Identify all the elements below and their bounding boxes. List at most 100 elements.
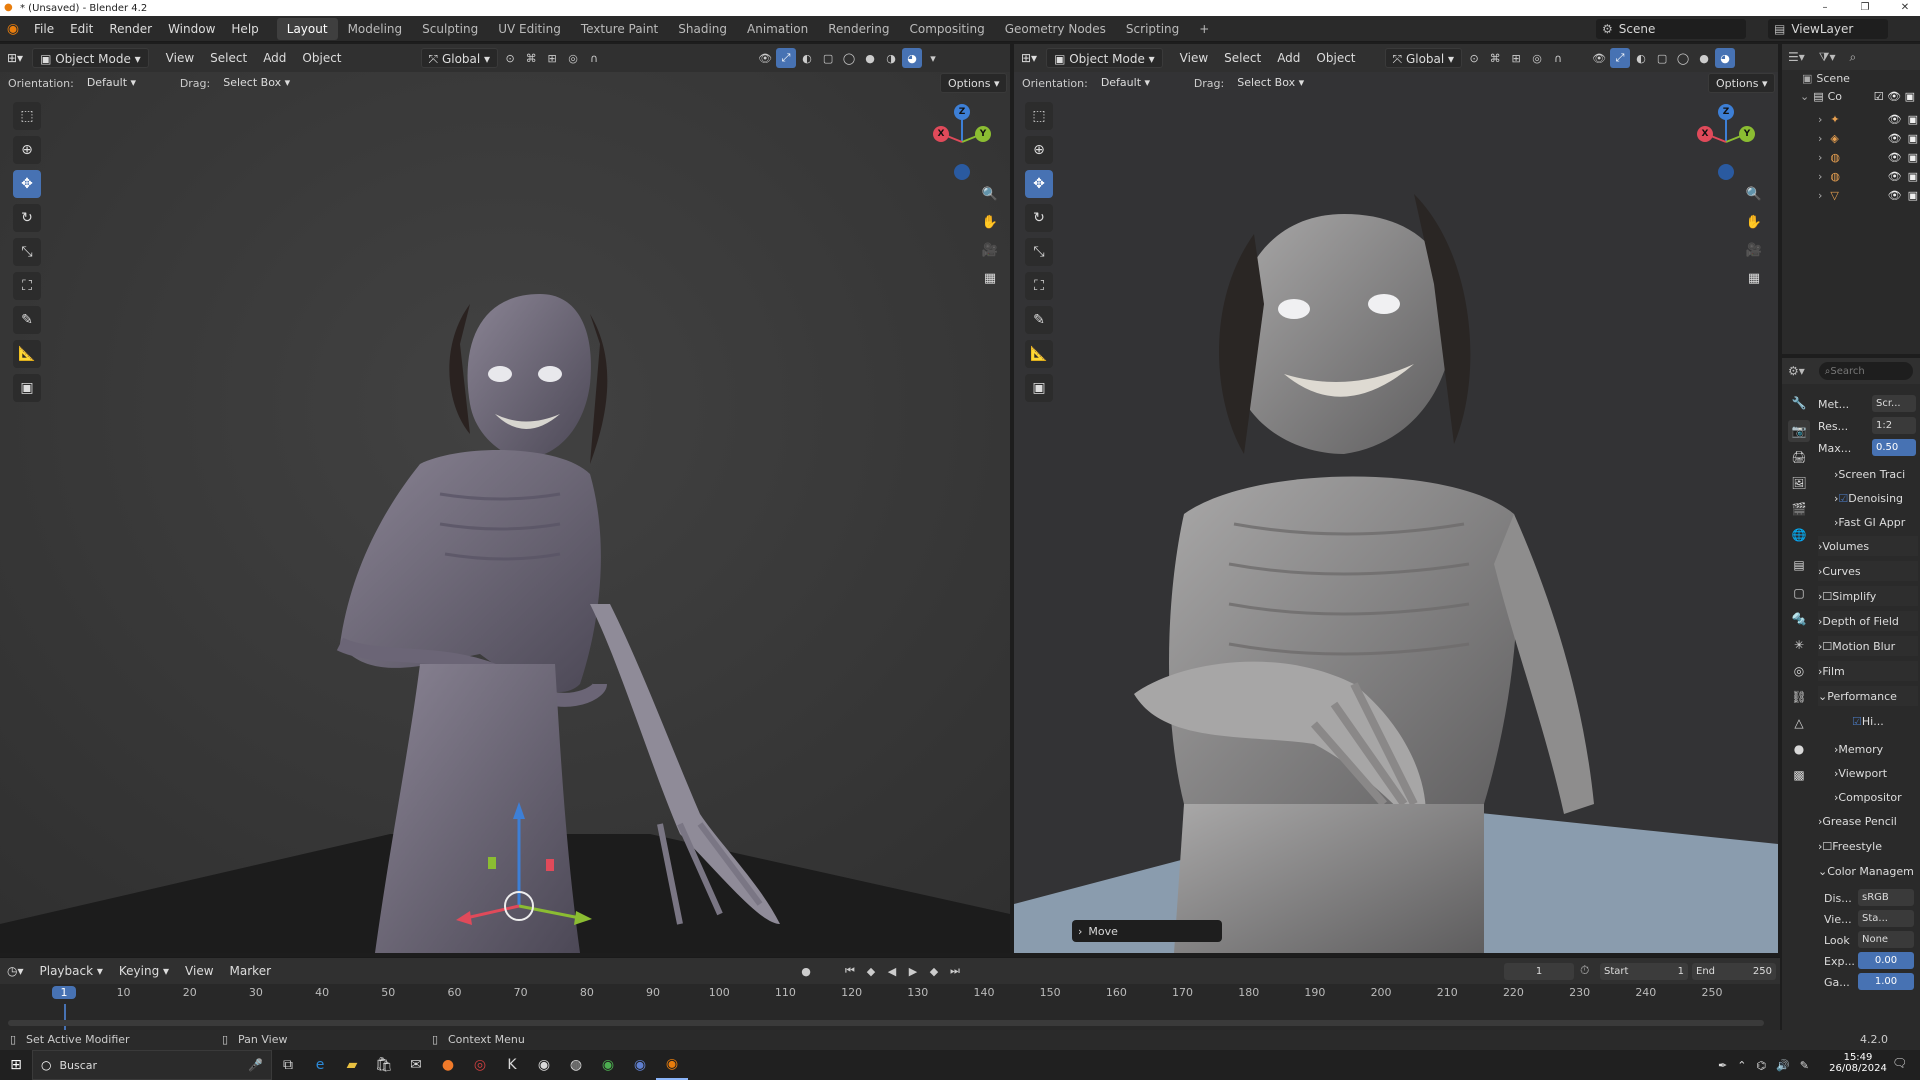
- tray-chevron-icon[interactable]: ⌃: [1737, 1059, 1746, 1072]
- network-icon[interactable]: ⌬: [1756, 1059, 1766, 1072]
- timeline-menu-view[interactable]: View: [178, 961, 220, 981]
- add-cube-icon[interactable]: ▣: [13, 374, 41, 402]
- blender-taskbar-icon[interactable]: ◉: [656, 1050, 688, 1080]
- view-layer-selector[interactable]: ▤ ViewLayer: [1768, 19, 1888, 39]
- timeline-menu-keying[interactable]: Keying ▾: [112, 961, 176, 981]
- zoom-icon-right[interactable]: 🔍: [1742, 182, 1766, 206]
- annotate-icon-right[interactable]: ✎: [1025, 306, 1053, 334]
- timeline-menu-playback[interactable]: Playback ▾: [33, 961, 110, 981]
- wireframe-shading-icon-right[interactable]: ◯: [1673, 48, 1693, 68]
- material-tab-icon[interactable]: ●: [1788, 738, 1810, 760]
- gizmo-y[interactable]: Y: [975, 126, 991, 142]
- panel-header[interactable]: › ☐ Freestyle: [1818, 836, 1918, 856]
- outliner-search-icon[interactable]: ⌕: [1850, 50, 1857, 65]
- snap-target-icon[interactable]: ⊞: [542, 48, 562, 68]
- viewport-menu-select[interactable]: Select: [203, 48, 254, 68]
- panel-header[interactable]: ⌄ Performance: [1818, 686, 1918, 706]
- subpanel[interactable]: › Fast GI Appr: [1834, 512, 1920, 532]
- output-tab-icon[interactable]: 🖨: [1788, 446, 1810, 468]
- constraints-tab-icon[interactable]: ⛓: [1788, 686, 1810, 708]
- menu-edit[interactable]: Edit: [62, 16, 101, 42]
- transform-orientation-dropdown[interactable]: ⤧ Global ▾: [420, 48, 499, 68]
- collection-tab-icon[interactable]: ▤: [1788, 554, 1810, 576]
- app-icon-eye[interactable]: ◉: [528, 1050, 560, 1080]
- preview-range-icon[interactable]: ⏱: [1580, 963, 1589, 978]
- subpanel[interactable]: › Viewport: [1834, 763, 1920, 783]
- prop-field-value[interactable]: sRGB: [1858, 889, 1914, 906]
- xray-icon-right[interactable]: ▢: [1652, 48, 1672, 68]
- scale-icon[interactable]: ⤡: [13, 238, 41, 266]
- panel-header[interactable]: › Depth of Field: [1818, 611, 1918, 631]
- snap-icon-right[interactable]: ⌘: [1485, 48, 1505, 68]
- outliner-item[interactable]: › ◈ 👁 ▣: [1818, 129, 1918, 147]
- solid-shading-icon-right[interactable]: ●: [1694, 48, 1714, 68]
- cursor-icon-right[interactable]: ⊕: [1025, 136, 1053, 164]
- mail-icon[interactable]: ✉: [400, 1050, 432, 1080]
- minimize-button[interactable]: –: [1810, 0, 1840, 16]
- viewport-left[interactable]: [0, 44, 1010, 953]
- zoom-icon[interactable]: 🔍: [978, 182, 1002, 206]
- panel-header[interactable]: › Curves: [1818, 561, 1918, 581]
- jump-end-icon[interactable]: ⏭: [945, 961, 965, 981]
- drag-dropdown[interactable]: Select Box ▾: [216, 73, 297, 93]
- timeline-scrollbar[interactable]: [8, 1020, 1764, 1026]
- modifier-tab-icon[interactable]: 🔩: [1788, 608, 1810, 630]
- prop-field-value[interactable]: Sta...: [1858, 910, 1914, 927]
- scene-selector[interactable]: ⚙ Scene: [1596, 19, 1746, 39]
- viewport-menu-add-right[interactable]: Add: [1270, 48, 1307, 68]
- gizmo-z-right[interactable]: Z: [1718, 104, 1734, 120]
- davinci-icon[interactable]: ◎: [464, 1050, 496, 1080]
- nav-gizmo-right[interactable]: Z Y X: [1694, 102, 1755, 182]
- nav-gizmo-left[interactable]: Z Y X: [930, 102, 991, 182]
- gizmo-x-right[interactable]: X: [1697, 126, 1713, 142]
- menu-window[interactable]: Window: [160, 16, 223, 42]
- eye-icon[interactable]: 👁: [1888, 189, 1902, 202]
- viewport-menu-add[interactable]: Add: [256, 48, 293, 68]
- panel-header[interactable]: › Volumes: [1818, 536, 1918, 556]
- camera-view-icon-right[interactable]: 🎥: [1742, 238, 1766, 262]
- windows-start-icon[interactable]: ⊞: [0, 1050, 32, 1080]
- physics-tab-icon[interactable]: ◎: [1788, 660, 1810, 682]
- checkbox-icon[interactable]: ☐: [1822, 640, 1832, 653]
- gizmo-z[interactable]: Z: [954, 104, 970, 120]
- render-camera-icon[interactable]: ▣: [1908, 151, 1918, 164]
- prop-field-value[interactable]: 0.00: [1858, 952, 1914, 969]
- jump-start-icon[interactable]: ⏮: [840, 961, 860, 981]
- timeline-ruler[interactable]: 1 10 20 30 40 50 60 70 80 90 100 110 120 130 140 150 160…: [0, 984, 1780, 1044]
- edge-icon[interactable]: e: [304, 1050, 336, 1080]
- solid-shading-icon[interactable]: ●: [860, 48, 880, 68]
- prop-field-value[interactable]: 1.00: [1858, 973, 1914, 990]
- render-camera-icon[interactable]: ▣: [1908, 189, 1918, 202]
- transform-icon[interactable]: ⛶: [13, 272, 41, 300]
- outliner-item[interactable]: › ▽ 👁 ▣: [1818, 186, 1918, 204]
- outliner-item[interactable]: › ◍ 👁 ▣: [1818, 148, 1918, 166]
- checkbox-checked-icon[interactable]: ☑: [1838, 492, 1848, 505]
- tab-texture-paint[interactable]: Texture Paint: [571, 18, 668, 40]
- gizmo-icon-right[interactable]: ⤢: [1610, 48, 1631, 68]
- tab-sculpting[interactable]: Sculpting: [412, 18, 488, 40]
- task-view-icon[interactable]: ⧉: [272, 1050, 304, 1080]
- move-icon-right[interactable]: ✥: [1025, 170, 1053, 198]
- select-box-icon-right[interactable]: ⬚: [1025, 102, 1053, 130]
- transform-gizmo[interactable]: [450, 764, 600, 934]
- prop-field-value[interactable]: None: [1858, 931, 1914, 948]
- rotate-icon-right[interactable]: ↻: [1025, 204, 1053, 232]
- shading-options-icon[interactable]: ▾: [923, 48, 943, 68]
- prop-field-value[interactable]: 1:2: [1872, 417, 1916, 434]
- app-icon-blue[interactable]: ◉: [624, 1050, 656, 1080]
- firefox-icon[interactable]: ●: [432, 1050, 464, 1080]
- subpanel[interactable]: › Screen Traci: [1834, 464, 1920, 484]
- menu-file[interactable]: File: [26, 16, 62, 42]
- prop-field-value[interactable]: Scr...: [1872, 395, 1916, 412]
- viewport-menu-object[interactable]: Object: [295, 48, 348, 68]
- collection-checkbox-icon[interactable]: ☑ 👁 ▣: [1874, 90, 1915, 103]
- particles-tab-icon[interactable]: ✳: [1788, 634, 1810, 656]
- tab-uv-editing[interactable]: UV Editing: [488, 18, 571, 40]
- filter-icon[interactable]: ⧩▾: [1819, 50, 1836, 65]
- tab-scripting[interactable]: Scripting: [1116, 18, 1189, 40]
- properties-editor-icon[interactable]: ⚙▾: [1788, 364, 1805, 378]
- transform-icon-right[interactable]: ⛶: [1025, 272, 1053, 300]
- object-tab-icon[interactable]: ▢: [1788, 582, 1810, 604]
- prev-keyframe-icon[interactable]: ◆: [861, 961, 881, 981]
- options-dropdown-right[interactable]: Options ▾: [1708, 73, 1776, 93]
